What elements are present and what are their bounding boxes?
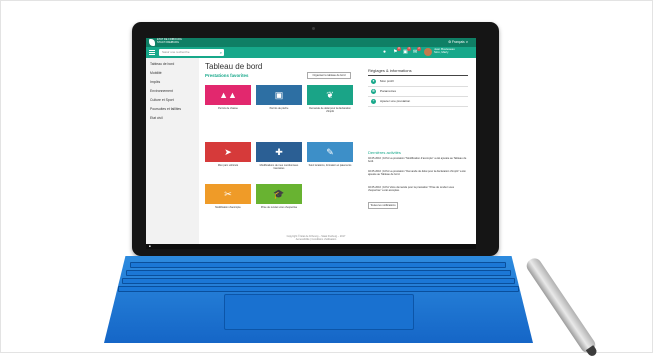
logo-icon: [149, 39, 155, 46]
page-title: Tableau de bord: [205, 62, 263, 71]
logo-line-2: STAAT FREIBURG: [157, 40, 180, 44]
train-icon: ▣: [256, 85, 302, 105]
paper-plane-icon: ➤: [205, 142, 251, 162]
tile-appointment[interactable]: 🎓 Prise de rendez-vous d'expertise: [256, 184, 302, 209]
number-key-row[interactable]: [126, 270, 511, 276]
home-letter-row[interactable]: [118, 286, 519, 292]
stylus-pen: [524, 255, 599, 358]
tile-label: Modifications de mes coordonnées bancair…: [259, 164, 299, 170]
sidebar-item-civil-status[interactable]: Etat civil: [150, 116, 163, 120]
sidebar-item-mobility[interactable]: Mobilité: [150, 71, 162, 75]
graduation-cap-icon: 🎓: [256, 184, 302, 204]
favorites-title: Prestations favorites: [205, 73, 249, 78]
pen-icon: ✎: [307, 142, 353, 162]
road-icon: ▲▲: [205, 85, 251, 105]
puzzle-icon: ✚: [256, 142, 302, 162]
activity-item[interactable]: 02.05.2016 | 10h1 La prestation "Modific…: [368, 157, 468, 164]
tile-tax-delay[interactable]: ❦ Demande de délai pour la déclaration d…: [307, 85, 353, 113]
calendar-badge: 3: [407, 47, 411, 51]
sidebar-item-environment[interactable]: Environnement: [150, 89, 173, 93]
search-placeholder: Saisir une recherche: [162, 50, 190, 54]
tile-label: Prise de rendez-vous d'expertise: [260, 206, 298, 209]
organize-dashboard-button[interactable]: Organiser le tableau de bord: [307, 72, 351, 79]
windows-icon[interactable]: ■: [149, 245, 151, 248]
tile-down-payment[interactable]: ✂ Modification d'acompte: [205, 184, 251, 209]
help-icon[interactable]: ●: [383, 49, 386, 55]
tile-fishing-permit[interactable]: ▣ Permis de pêche: [256, 85, 302, 110]
user-location: Sinn, Marly: [434, 50, 449, 55]
settings-label: Paramètres: [380, 89, 396, 93]
user-menu[interactable]: Jean Bouleseau Sinn, Marly: [434, 47, 455, 55]
language-selector[interactable]: ⚙ Français ∨: [448, 40, 468, 44]
activity-item[interactable]: 02.05.2016 | 10h1 Votre demande pour la …: [368, 186, 468, 193]
screen: ÉTAT DE FRIBOURG STAAT FREIBURG ⚙ França…: [146, 38, 476, 249]
settings-title: Réglages & informations: [368, 68, 412, 73]
tile-locations-follow-up[interactable]: ✎ Suivi locations, formation et paiement…: [307, 142, 353, 167]
windows-taskbar: ■: [146, 244, 476, 249]
gear-icon: ✻: [371, 89, 376, 94]
add-service-item[interactable]: + Ajouter une prestation: [368, 97, 468, 107]
add-service-label: Ajouter une prestation: [380, 99, 411, 103]
tablet-device: ÉTAT DE FRIBOURG STAAT FREIBURG ⚙ França…: [132, 22, 499, 256]
all-notifications-button[interactable]: Toutes les notifications: [368, 202, 398, 209]
sidebar-item-taxes[interactable]: Impôts: [150, 80, 160, 84]
search-input[interactable]: Saisir une recherche ⌕: [159, 49, 224, 56]
tile-hunting-permit[interactable]: ▲▲ Permis de chasse: [205, 85, 251, 110]
tile-label: Modification d'acompte: [215, 206, 241, 209]
user-icon: ●: [371, 79, 376, 84]
tile-label: Suivi locations, formation et paiements: [308, 164, 352, 167]
top-letter-row[interactable]: [122, 278, 515, 284]
search-icon[interactable]: ⌕: [220, 50, 222, 55]
tag-icon: ✂: [205, 184, 251, 204]
leaf-icon: ❦: [307, 85, 353, 105]
footer-links[interactable]: Accessibilité | Conditions d'utilisation: [241, 238, 391, 241]
sidebar-item-culture[interactable]: Culture et Sport: [150, 98, 174, 102]
activity-item[interactable]: 02.05.2016 | 10h1 La prestation "Demande…: [368, 170, 468, 177]
tile-label: Mon parc véhiculé: [217, 164, 239, 167]
plus-icon: +: [371, 99, 376, 104]
tile-label: Permis de pêche: [269, 107, 289, 110]
profile-item[interactable]: ● Mon profil: [368, 77, 468, 87]
function-key-row[interactable]: [130, 262, 506, 268]
pen-tip: [585, 345, 599, 358]
mail-badge: 2: [417, 47, 421, 51]
search-bar: Saisir une recherche ⌕ ● ⚑ 8 ▣ 3 ✉ 2 Jea…: [146, 47, 476, 58]
sidebar-item-dashboard[interactable]: Tableau de bord: [150, 62, 174, 66]
settings-item[interactable]: ✻ Paramètres: [368, 87, 468, 97]
tile-label: Demande de délai pour la déclaration d'i…: [309, 107, 351, 113]
camera: [312, 27, 315, 30]
tile-bank-details[interactable]: ✚ Modifications de mes coordonnées banca…: [256, 142, 302, 170]
avatar[interactable]: [424, 48, 432, 56]
activities-title: Dernières activités: [368, 150, 401, 155]
tile-vehicle-park[interactable]: ➤ Mon parc véhiculé: [205, 142, 251, 167]
logo[interactable]: ÉTAT DE FRIBOURG STAAT FREIBURG: [157, 38, 197, 45]
menu-icon[interactable]: [149, 50, 155, 55]
trackpad[interactable]: [224, 294, 414, 330]
sidebar-item-prosecution[interactable]: Poursuites et faillites: [150, 107, 181, 111]
divider: [368, 75, 468, 76]
profile-label: Mon profil: [380, 79, 394, 83]
flag-badge: 8: [397, 47, 401, 51]
top-bar: ÉTAT DE FRIBOURG STAAT FREIBURG ⚙ França…: [146, 38, 476, 47]
sidebar: Tableau de bord Mobilité Impôts Environn…: [146, 58, 199, 249]
image-frame: ÉTAT DE FRIBOURG STAAT FREIBURG ⚙ França…: [0, 0, 653, 358]
footer: Copyright © Etat de Fribourg – Staat Fre…: [241, 235, 391, 241]
tile-label: Permis de chasse: [218, 107, 238, 110]
